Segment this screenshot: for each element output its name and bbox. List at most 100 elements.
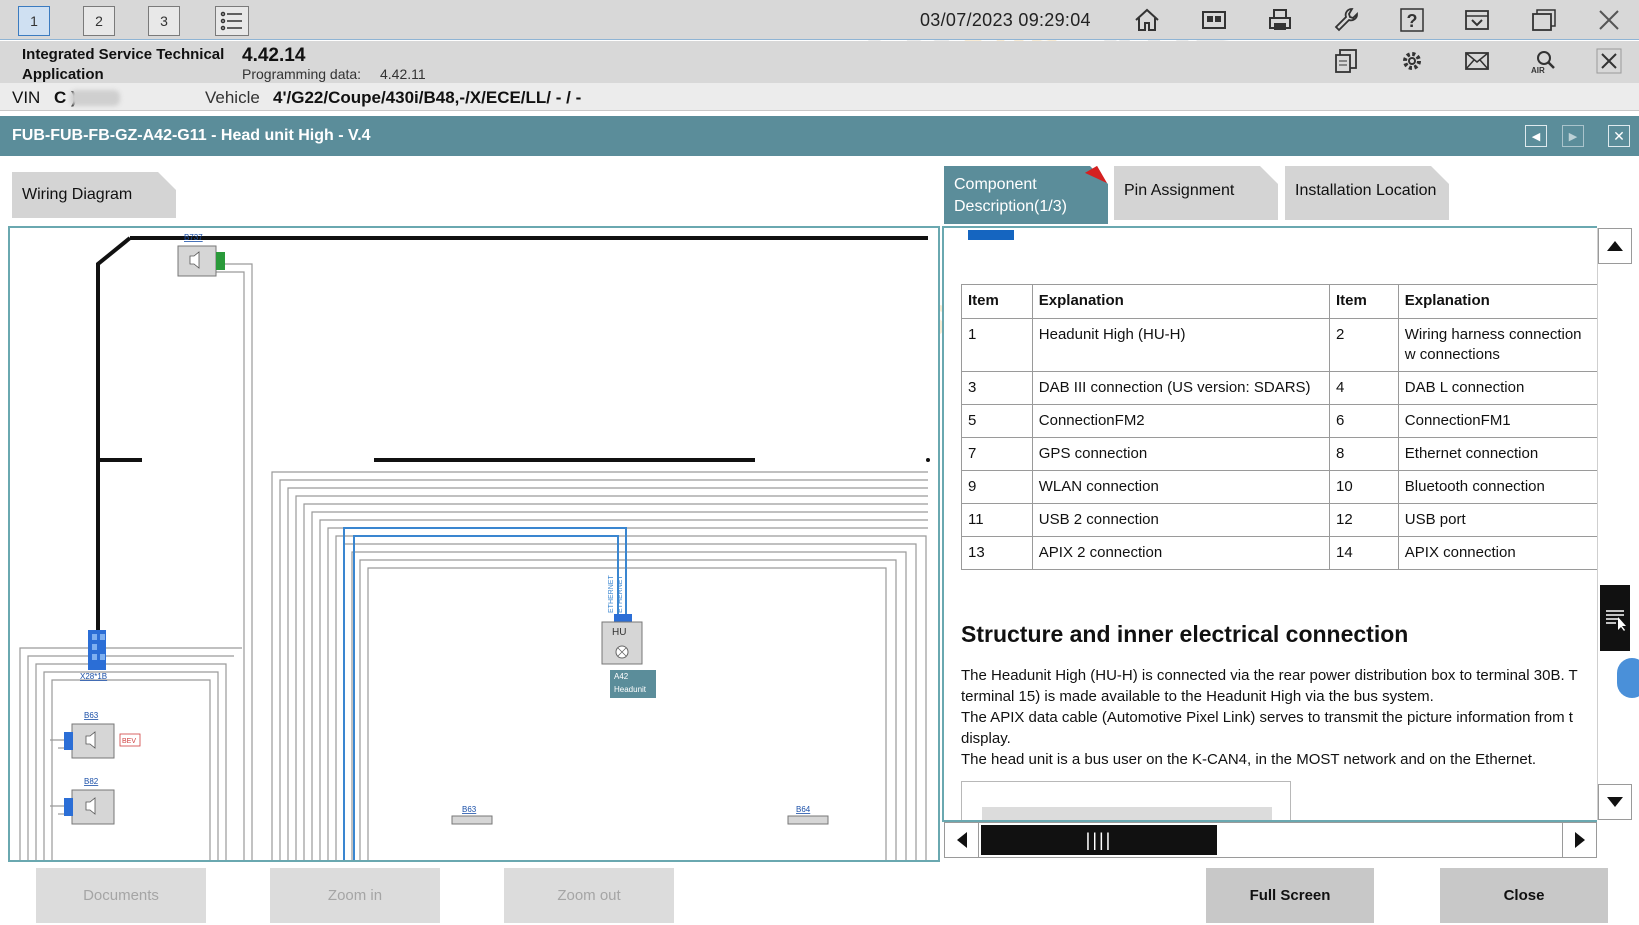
table-cell: 5 <box>961 404 1033 438</box>
vehicle-value: 4'/G22/Coupe/430i/B48,-/X/ECE/LL/ - / - <box>273 88 582 107</box>
scroll-right-icon[interactable] <box>1562 823 1596 857</box>
component-label-b63: B63 <box>462 805 477 814</box>
wrench-icon[interactable] <box>1330 4 1362 36</box>
hu-label: HU <box>612 627 626 638</box>
tab-wiring-diagram[interactable]: Wiring Diagram <box>12 172 176 218</box>
column-header: Explanation <box>1031 284 1331 319</box>
list-icon[interactable] <box>215 6 249 36</box>
table-cell: USB 2 connection <box>1031 503 1331 537</box>
app-name: Integrated Service Technical Application <box>22 46 225 83</box>
scroll-thumb[interactable] <box>1600 585 1630 651</box>
wiring-diagram: ETHERNET ETHERNET B737 X28*1B B63 BEV B8… <box>19 233 930 860</box>
table-cell: Headunit High (HU-H) <box>1031 318 1331 372</box>
top-toolbar: 1 2 3 03/07/2023 09:29:04 ? <box>0 0 1639 40</box>
table-cell: 10 <box>1329 470 1399 504</box>
table-cell: 2 <box>1329 318 1399 372</box>
split-view-icon[interactable] <box>1198 4 1230 36</box>
table-cell: ConnectionFM1 <box>1397 404 1597 438</box>
tab-component-description[interactable]: Component Description(1/3) <box>944 166 1108 224</box>
scroll-left-icon[interactable] <box>945 823 979 857</box>
air-label: AIR <box>1531 66 1545 75</box>
column-header: Item <box>961 284 1033 319</box>
table-cell: 12 <box>1329 503 1399 537</box>
component-label-b64: B64 <box>796 805 811 814</box>
table-row: 7 GPS connection 8 Ethernet connection <box>961 437 1597 471</box>
table-cell: 8 <box>1329 437 1399 471</box>
table-cell: WLAN connection <box>1031 470 1331 504</box>
copy-icon[interactable] <box>1330 45 1362 77</box>
a42-label: A42 <box>614 672 629 681</box>
close-icon[interactable] <box>1593 4 1625 36</box>
close-icon[interactable]: ✕ <box>1608 125 1630 147</box>
table-header-row: Item Explanation Item Explanation <box>961 284 1597 319</box>
table-row: 5 ConnectionFM2 6 ConnectionFM1 <box>961 404 1597 438</box>
table-cell: 7 <box>961 437 1033 471</box>
component-label-b737: B737 <box>184 233 203 242</box>
session-tab-1[interactable]: 1 <box>18 6 50 36</box>
table-cell: 3 <box>961 371 1033 405</box>
print-icon[interactable] <box>1264 4 1296 36</box>
horizontal-scrollbar[interactable]: |||| <box>944 822 1597 858</box>
bottom-button-bar: Documents Zoom in Zoom out Full Screen C… <box>0 862 1639 925</box>
table-cell: 6 <box>1329 404 1399 438</box>
table-cell: GPS connection <box>1031 437 1331 471</box>
close-button[interactable]: Close <box>1440 868 1608 923</box>
table-cell: ConnectionFM2 <box>1031 404 1331 438</box>
zoom-out-button[interactable]: Zoom out <box>504 868 674 923</box>
window-icon[interactable] <box>1527 4 1559 36</box>
wiring-diagram-panel[interactable]: ETHERNET ETHERNET B737 X28*1B B63 BEV B8… <box>8 226 940 862</box>
datetime: 03/07/2023 09:29:04 <box>920 10 1091 30</box>
vin-label: VIN <box>12 88 41 107</box>
help-icon[interactable]: ? <box>1396 4 1428 36</box>
figure-preview <box>961 781 1291 820</box>
side-panel-toggle[interactable] <box>1617 658 1639 698</box>
air-search-icon[interactable]: AIR <box>1527 45 1559 77</box>
table-row: 9 WLAN connection 10 Bluetooth connectio… <box>961 470 1597 504</box>
full-screen-button[interactable]: Full Screen <box>1206 868 1374 923</box>
session-tab-2[interactable]: 2 <box>83 6 115 36</box>
table-row: 3 DAB III connection (US version: SDARS)… <box>961 371 1597 405</box>
table-row: 1 Headunit High (HU-H) 2 Wiring harness … <box>961 318 1597 372</box>
svg-text:?: ? <box>1407 11 1418 31</box>
previous-icon[interactable]: ◀ <box>1525 125 1547 147</box>
home-icon[interactable] <box>1131 4 1163 36</box>
programming-data-value: 4.42.11 <box>380 66 426 82</box>
section-heading: Structure and inner electrical connectio… <box>961 621 1409 647</box>
section-text: The Headunit High (HU-H) is connected vi… <box>961 665 1597 770</box>
scroll-thumb[interactable]: |||| <box>981 825 1217 855</box>
document-title-bar: FUB-FUB-FB-GZ-A42-G11 - Head unit High -… <box>0 116 1639 156</box>
tab-pin-assignment[interactable]: Pin Assignment <box>1114 166 1278 220</box>
vehicle-info-bar: VIN C ) Vehicle 4'/G22/Coupe/430i/B48,-/… <box>0 83 1639 111</box>
table-row: 13 APIX 2 connection 14 APIX connection <box>961 536 1597 570</box>
table-cell: 14 <box>1329 536 1399 570</box>
tab-installation-location[interactable]: Installation Location <box>1285 166 1449 220</box>
zoom-in-button[interactable]: Zoom in <box>270 868 440 923</box>
session-tab-3[interactable]: 3 <box>148 6 180 36</box>
ethernet-label: ETHERNET <box>617 575 624 613</box>
column-header: Explanation <box>1397 284 1597 319</box>
mail-icon[interactable] <box>1461 45 1493 77</box>
component-description-panel[interactable]: Item Explanation Item Explanation 1 Head… <box>942 226 1597 822</box>
next-icon[interactable]: ▶ <box>1562 125 1584 147</box>
scroll-down-icon[interactable] <box>1598 784 1632 820</box>
programming-data-label: Programming data: <box>242 66 362 82</box>
vertical-scrollbar[interactable] <box>1597 228 1632 820</box>
scroll-up-icon[interactable] <box>1598 228 1632 264</box>
item-table: Item Explanation Item Explanation 1 Head… <box>961 284 1597 570</box>
text-line: The APIX data cable (Automotive Pixel Li… <box>961 709 1573 726</box>
dropdown-icon[interactable] <box>1461 4 1493 36</box>
gear-icon[interactable] <box>1396 45 1428 77</box>
table-cell: APIX 2 connection <box>1031 536 1331 570</box>
table-cell: 9 <box>961 470 1033 504</box>
vin-redaction <box>70 90 120 106</box>
table-cell: 13 <box>961 536 1033 570</box>
table-cell: 4 <box>1329 371 1399 405</box>
table-cell: 1 <box>961 318 1033 372</box>
documents-button[interactable]: Documents <box>36 868 206 923</box>
table-row: 11 USB 2 connection 12 USB port <box>961 503 1597 537</box>
close-icon[interactable] <box>1593 45 1625 77</box>
vehicle-label: Vehicle <box>205 88 260 107</box>
table-cell: APIX connection <box>1397 536 1597 570</box>
bev-label: BEV <box>122 738 136 745</box>
ethernet-label: ETHERNET <box>608 575 615 613</box>
